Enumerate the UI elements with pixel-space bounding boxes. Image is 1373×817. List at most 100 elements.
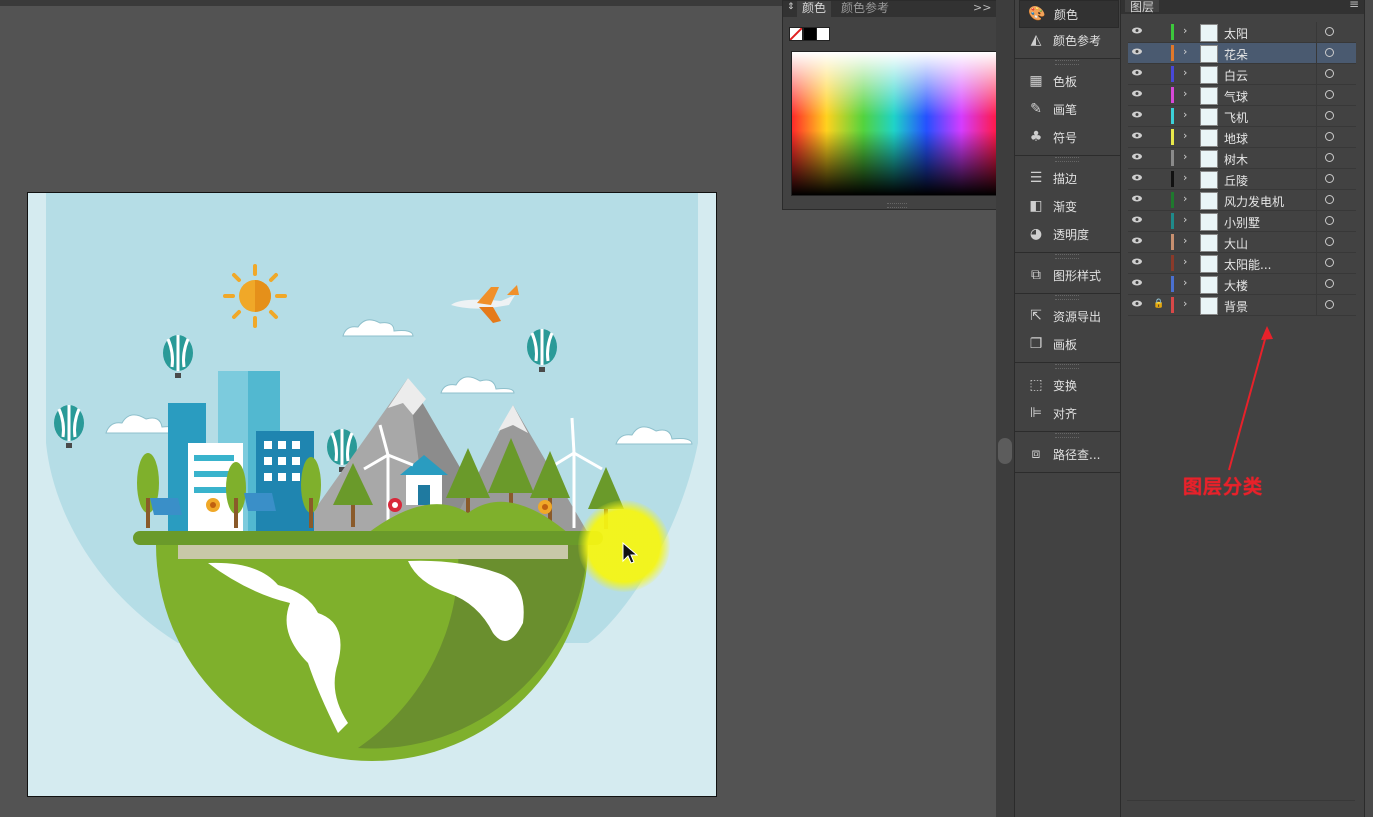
expand-chevron-icon[interactable]: › — [1183, 129, 1187, 142]
dock-item-artboards[interactable]: ❐ 画板 — [1019, 331, 1117, 357]
layer-row[interactable]: › 飞机 — [1128, 106, 1356, 127]
layer-row[interactable]: › 大山 — [1128, 232, 1356, 253]
dock-item-symbols[interactable]: ♣ 符号 — [1019, 124, 1117, 150]
layer-name[interactable]: 白云 — [1224, 67, 1248, 84]
expand-chevron-icon[interactable]: › — [1183, 192, 1187, 205]
target-circle-icon[interactable] — [1325, 279, 1334, 288]
vertical-scrollbar[interactable] — [996, 0, 1014, 817]
dock-item-swatches[interactable]: ▦ 色板 — [1019, 68, 1117, 94]
layer-name[interactable]: 大山 — [1224, 235, 1248, 252]
expand-chevron-icon[interactable]: › — [1183, 45, 1187, 58]
layer-name[interactable]: 小别墅 — [1224, 214, 1260, 231]
target-circle-icon[interactable] — [1325, 132, 1334, 141]
layer-name[interactable]: 丘陵 — [1224, 172, 1248, 189]
expand-chevron-icon[interactable]: › — [1183, 150, 1187, 163]
layer-row[interactable]: › 花朵 — [1128, 43, 1356, 64]
target-circle-icon[interactable] — [1325, 258, 1334, 267]
dock-item-brushes[interactable]: ✎ 画笔 — [1019, 96, 1117, 122]
target-circle-icon[interactable] — [1325, 111, 1334, 120]
visibility-eye-icon[interactable] — [1132, 27, 1142, 34]
dock-grip[interactable] — [1055, 364, 1079, 369]
visibility-eye-icon[interactable] — [1132, 174, 1142, 181]
dock-item-gradient[interactable]: ◧ 渐变 — [1019, 193, 1117, 219]
tab-layers[interactable]: 图层 — [1125, 0, 1159, 14]
target-circle-icon[interactable] — [1325, 48, 1334, 57]
layer-row[interactable]: › 太阳能... — [1128, 253, 1356, 274]
dock-item-asset-export[interactable]: ⇱ 资源导出 — [1019, 303, 1117, 329]
visibility-eye-icon[interactable] — [1132, 111, 1142, 118]
dock-item-transparency[interactable]: ◕ 透明度 — [1019, 221, 1117, 247]
target-circle-icon[interactable] — [1325, 153, 1334, 162]
layer-row[interactable]: › 大楼 — [1128, 274, 1356, 295]
visibility-eye-icon[interactable] — [1132, 216, 1142, 223]
dock-item-stroke[interactable]: ☰ 描边 — [1019, 165, 1117, 191]
target-circle-icon[interactable] — [1325, 90, 1334, 99]
layer-name[interactable]: 背景 — [1224, 298, 1248, 315]
lock-icon[interactable]: 🔒 — [1153, 299, 1164, 309]
artboard[interactable] — [27, 192, 717, 797]
target-circle-icon[interactable] — [1325, 195, 1334, 204]
layer-name[interactable]: 太阳 — [1224, 25, 1248, 42]
expand-chevron-icon[interactable]: › — [1183, 276, 1187, 289]
dock-grip[interactable] — [1055, 295, 1079, 300]
layer-name[interactable]: 飞机 — [1224, 109, 1248, 126]
visibility-eye-icon[interactable] — [1132, 195, 1142, 202]
layer-name[interactable]: 地球 — [1224, 130, 1248, 147]
visibility-eye-icon[interactable] — [1132, 153, 1142, 160]
dock-grip[interactable] — [1055, 60, 1079, 65]
tab-color-guide[interactable]: 颜色参考 — [841, 1, 889, 17]
layer-name[interactable]: 大楼 — [1224, 277, 1248, 294]
visibility-eye-icon[interactable] — [1132, 48, 1142, 55]
layer-row[interactable]: › 丘陵 — [1128, 169, 1356, 190]
layer-row[interactable]: › 白云 — [1128, 64, 1356, 85]
expand-chevron-icon[interactable]: › — [1183, 297, 1187, 310]
target-circle-icon[interactable] — [1325, 174, 1334, 183]
layer-row[interactable]: › 太阳 — [1128, 22, 1356, 43]
layer-name[interactable]: 树木 — [1224, 151, 1248, 168]
panel-resize-grip[interactable] — [887, 203, 907, 208]
dock-item-color-guide[interactable]: ◭ 颜色参考 — [1019, 27, 1117, 53]
layer-name[interactable]: 气球 — [1224, 88, 1248, 105]
expand-chevron-icon[interactable]: › — [1183, 234, 1187, 247]
dock-grip[interactable] — [1055, 433, 1079, 438]
white-swatch[interactable] — [816, 27, 830, 41]
layer-row[interactable]: › 树木 — [1128, 148, 1356, 169]
dock-grip[interactable] — [1055, 157, 1079, 162]
layer-row[interactable]: › 地球 — [1128, 127, 1356, 148]
target-circle-icon[interactable] — [1325, 216, 1334, 225]
visibility-eye-icon[interactable] — [1132, 132, 1142, 139]
none-swatch[interactable] — [789, 27, 803, 41]
visibility-eye-icon[interactable] — [1132, 258, 1142, 265]
expand-chevron-icon[interactable]: › — [1183, 255, 1187, 268]
visibility-eye-icon[interactable] — [1132, 69, 1142, 76]
visibility-eye-icon[interactable] — [1132, 300, 1142, 307]
visibility-eye-icon[interactable] — [1132, 237, 1142, 244]
tab-color[interactable]: 颜色 — [797, 1, 831, 17]
expand-chevron-icon[interactable]: › — [1183, 24, 1187, 37]
dock-item-align[interactable]: ⊫ 对齐 — [1019, 400, 1117, 426]
visibility-eye-icon[interactable] — [1132, 279, 1142, 286]
expand-chevron-icon[interactable]: › — [1183, 87, 1187, 100]
color-spectrum[interactable] — [791, 51, 997, 196]
layer-row[interactable]: › 气球 — [1128, 85, 1356, 106]
dock-item-color[interactable]: 🎨 颜色 — [1019, 0, 1119, 28]
visibility-eye-icon[interactable] — [1132, 90, 1142, 97]
dock-item-graphic-styles[interactable]: ⧉ 图形样式 — [1019, 262, 1117, 288]
target-circle-icon[interactable] — [1325, 27, 1334, 36]
layer-row[interactable]: › 小别墅 — [1128, 211, 1356, 232]
dock-item-transform[interactable]: ⬚ 变换 — [1019, 372, 1117, 398]
panel-collapse-icon[interactable]: ⇕ — [787, 2, 795, 12]
layers-menu-button[interactable]: ≡ — [1349, 0, 1359, 11]
layer-row[interactable]: › 风力发电机 — [1128, 190, 1356, 211]
expand-chevron-icon[interactable]: › — [1183, 171, 1187, 184]
expand-chevron-icon[interactable]: › — [1183, 66, 1187, 79]
expand-chevron-icon[interactable]: › — [1183, 108, 1187, 121]
panel-expand-button[interactable]: >> — [973, 1, 991, 17]
target-circle-icon[interactable] — [1325, 69, 1334, 78]
target-circle-icon[interactable] — [1325, 300, 1334, 309]
layer-row[interactable]: 🔒 › 背景 — [1128, 295, 1356, 316]
layer-name[interactable]: 风力发电机 — [1224, 193, 1284, 210]
layer-name[interactable]: 太阳能... — [1224, 256, 1271, 273]
layer-name[interactable]: 花朵 — [1224, 46, 1248, 63]
scrollbar-thumb[interactable] — [998, 438, 1012, 464]
